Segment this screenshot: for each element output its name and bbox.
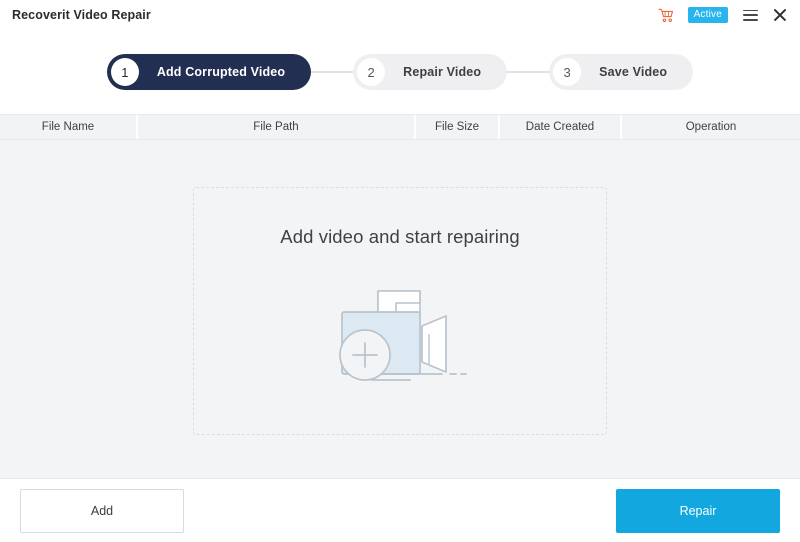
step-connector-1 <box>311 71 354 73</box>
column-header-date-created[interactable]: Date Created <box>500 115 622 139</box>
wizard-stepper: 1 Add Corrupted Video 2 Repair Video 3 S… <box>106 54 694 90</box>
recoverit-video-repair-window: Recoverit Video Repair Active 1 Add Corr… <box>0 0 800 542</box>
step-3-number: 3 <box>553 58 582 86</box>
add-button[interactable]: Add <box>20 488 184 533</box>
app-title: Recoverit Video Repair <box>12 8 151 22</box>
step-1-number: 1 <box>110 58 139 86</box>
close-icon[interactable] <box>772 7 788 23</box>
column-header-file-name[interactable]: File Name <box>0 115 138 139</box>
step-repair-video[interactable]: 2 Repair Video <box>353 54 508 90</box>
close-glyph <box>773 8 787 22</box>
shopping-cart-icon[interactable] <box>658 7 674 23</box>
column-header-file-size[interactable]: File Size <box>416 115 500 139</box>
file-list-area: Add video and start repairing <box>0 140 800 478</box>
title-bar: Recoverit Video Repair Active <box>0 0 800 30</box>
video-camera-add-icon <box>330 264 470 387</box>
step-2-number: 2 <box>357 58 386 86</box>
step-add-corrupted-video[interactable]: 1 Add Corrupted Video <box>106 54 312 90</box>
step-save-video[interactable]: 3 Save Video <box>549 54 694 90</box>
dropzone-title: Add video and start repairing <box>280 226 520 247</box>
hamburger-menu-icon[interactable] <box>742 7 758 23</box>
add-video-dropzone[interactable]: Add video and start repairing <box>193 187 607 435</box>
wizard-stepper-bar: 1 Add Corrupted Video 2 Repair Video 3 S… <box>0 30 800 114</box>
repair-button[interactable]: Repair <box>616 488 780 533</box>
step-2-label: Repair Video <box>403 65 482 79</box>
footer-action-bar: Add Repair <box>0 478 800 542</box>
step-3-label: Save Video <box>599 65 668 79</box>
column-header-operation[interactable]: Operation <box>622 115 800 139</box>
step-1-label: Add Corrupted Video <box>156 65 286 79</box>
hamburger-glyph <box>742 9 758 21</box>
title-bar-actions: Active <box>658 7 790 23</box>
status-badge-active[interactable]: Active <box>687 7 728 23</box>
file-table-header: File Name File Path File Size Date Creat… <box>0 114 800 140</box>
column-header-file-path[interactable]: File Path <box>138 115 416 139</box>
step-connector-2 <box>507 71 550 73</box>
